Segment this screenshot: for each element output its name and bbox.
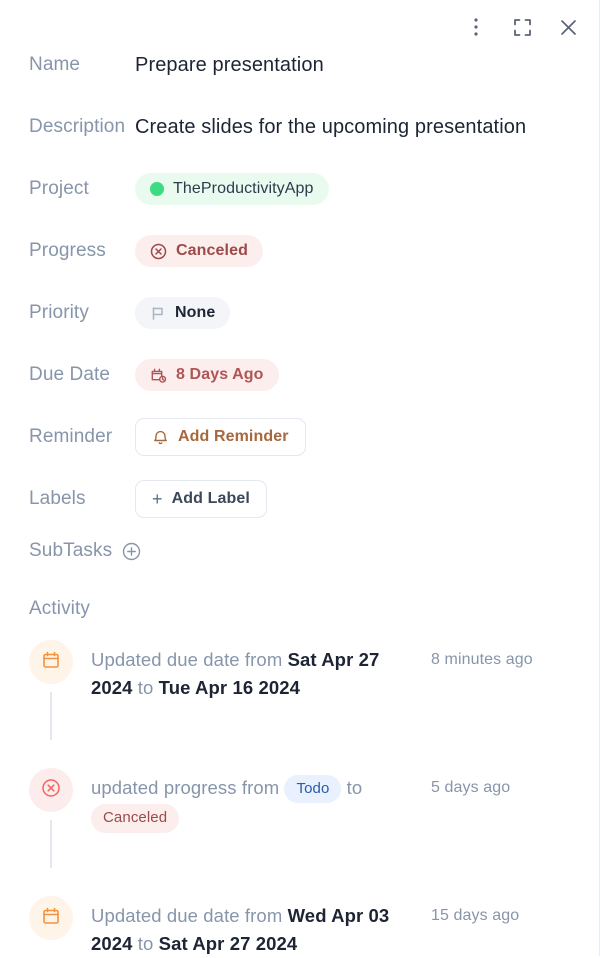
field-row-progress: Progress Canceled: [0, 230, 599, 272]
x-circle-icon: [41, 778, 61, 803]
plus-icon: +: [152, 489, 163, 509]
field-row-project: Project TheProductivityApp: [0, 168, 599, 210]
activity-to-value: Tue Apr 16 2024: [158, 676, 301, 698]
activity-item: updated progress from Todo to Canceled 5…: [29, 768, 577, 896]
expand-icon: [513, 18, 532, 37]
activity-to-value: Sat Apr 27 2024: [158, 932, 298, 954]
plus-circle-icon: [122, 542, 141, 561]
subtasks-section: SubTasks: [0, 540, 599, 562]
x-circle-icon: [150, 243, 167, 260]
close-button[interactable]: [555, 14, 581, 40]
activity-connector-line: [50, 820, 52, 868]
expand-button[interactable]: [509, 14, 535, 40]
calendar-clock-icon: [150, 367, 167, 384]
activity-item: Updated due date from Wed Apr 03 2024 to…: [29, 896, 577, 958]
activity-text: Updated due date from Wed Apr 03 2024 to…: [91, 902, 421, 958]
activity-prefix: Updated due date from: [91, 649, 288, 670]
calendar-icon: [41, 906, 61, 931]
project-value-container: TheProductivityApp: [135, 172, 599, 206]
activity-icon-badge: [29, 768, 73, 812]
progress-badge[interactable]: Canceled: [135, 235, 263, 267]
progress-status-text: Canceled: [176, 242, 248, 259]
add-reminder-button[interactable]: Add Reminder: [135, 418, 306, 456]
close-icon: [560, 19, 577, 36]
flag-icon: [150, 305, 166, 321]
project-label: Project: [29, 178, 89, 199]
field-row-reminder: Reminder Add Reminder: [0, 416, 599, 458]
project-color-dot-icon: [150, 182, 164, 196]
kebab-menu-icon: [474, 18, 478, 36]
field-row-name: Name Prepare presentation: [0, 44, 599, 86]
activity-prefix: Updated due date from: [91, 905, 288, 926]
activity-text: Updated due date from Sat Apr 27 2024 to…: [91, 646, 421, 702]
activity-timestamp: 5 days ago: [431, 779, 511, 796]
activity-body: Updated due date from Wed Apr 03 2024 to…: [91, 896, 577, 958]
activity-body: updated progress from Todo to Canceled 5…: [91, 768, 577, 833]
due-date-value-container: 8 Days Ago: [135, 358, 599, 392]
activity-section-title: Activity: [29, 598, 90, 619]
window-controls: [463, 14, 581, 40]
activity-icon-badge: [29, 640, 73, 684]
activity-middle: to: [132, 932, 159, 954]
labels-value-container: + Add Label: [135, 480, 599, 518]
activity-list: Updated due date from Sat Apr 27 2024 to…: [0, 640, 599, 958]
progress-value-container: Canceled: [135, 234, 599, 268]
field-row-due-date: Due Date 8 Days Ago: [0, 354, 599, 396]
activity-timestamp: 15 days ago: [431, 907, 520, 924]
description-value-container[interactable]: Create slides for the upcoming presentat…: [135, 110, 599, 144]
task-description: Create slides for the upcoming presentat…: [135, 115, 527, 138]
add-label-text: Add Label: [171, 490, 250, 507]
activity-icon-column: [29, 640, 73, 740]
activity-icon-column: [29, 768, 73, 868]
task-name: Prepare presentation: [135, 53, 324, 76]
description-label: Description: [29, 116, 126, 137]
field-row-priority: Priority None: [0, 292, 599, 334]
add-label-button[interactable]: + Add Label: [135, 480, 267, 518]
bell-icon: [152, 429, 169, 446]
progress-label: Progress: [29, 240, 106, 261]
field-list: Name Prepare presentation Description Cr…: [0, 44, 599, 958]
name-value-container[interactable]: Prepare presentation: [135, 48, 599, 82]
project-name: TheProductivityApp: [173, 180, 314, 197]
priority-value-text: None: [175, 304, 216, 321]
activity-from-badge: Todo: [284, 774, 342, 804]
activity-middle: to: [132, 676, 159, 698]
project-badge[interactable]: TheProductivityApp: [135, 173, 329, 205]
more-options-button[interactable]: [463, 14, 489, 40]
name-label: Name: [29, 54, 81, 75]
activity-text: updated progress from Todo to Canceled: [91, 774, 421, 833]
labels-label: Labels: [29, 488, 86, 509]
add-subtask-button[interactable]: [122, 542, 141, 561]
activity-connector-line: [50, 692, 52, 740]
activity-icon-column: [29, 896, 73, 940]
activity-to-badge: Canceled: [91, 804, 180, 833]
due-date-badge[interactable]: 8 Days Ago: [135, 359, 279, 391]
reminder-value-container: Add Reminder: [135, 418, 599, 456]
subtasks-label: SubTasks: [29, 540, 113, 561]
priority-badge[interactable]: None: [135, 297, 231, 329]
add-reminder-label: Add Reminder: [178, 428, 289, 445]
reminder-label: Reminder: [29, 426, 113, 447]
activity-icon-badge: [29, 896, 73, 940]
field-row-labels: Labels + Add Label: [0, 478, 599, 520]
activity-middle: to: [341, 777, 363, 798]
due-date-label: Due Date: [29, 364, 111, 385]
field-row-description: Description Create slides for the upcomi…: [0, 106, 599, 148]
priority-value-container: None: [135, 296, 599, 330]
due-date-text: 8 Days Ago: [176, 366, 264, 383]
activity-item: Updated due date from Sat Apr 27 2024 to…: [29, 640, 577, 768]
calendar-icon: [41, 650, 61, 675]
activity-prefix: updated progress from: [91, 777, 285, 798]
task-detail-panel: Name Prepare presentation Description Cr…: [0, 0, 600, 956]
activity-timestamp: 8 minutes ago: [431, 651, 533, 668]
priority-label: Priority: [29, 302, 89, 323]
activity-body: Updated due date from Sat Apr 27 2024 to…: [91, 640, 577, 702]
